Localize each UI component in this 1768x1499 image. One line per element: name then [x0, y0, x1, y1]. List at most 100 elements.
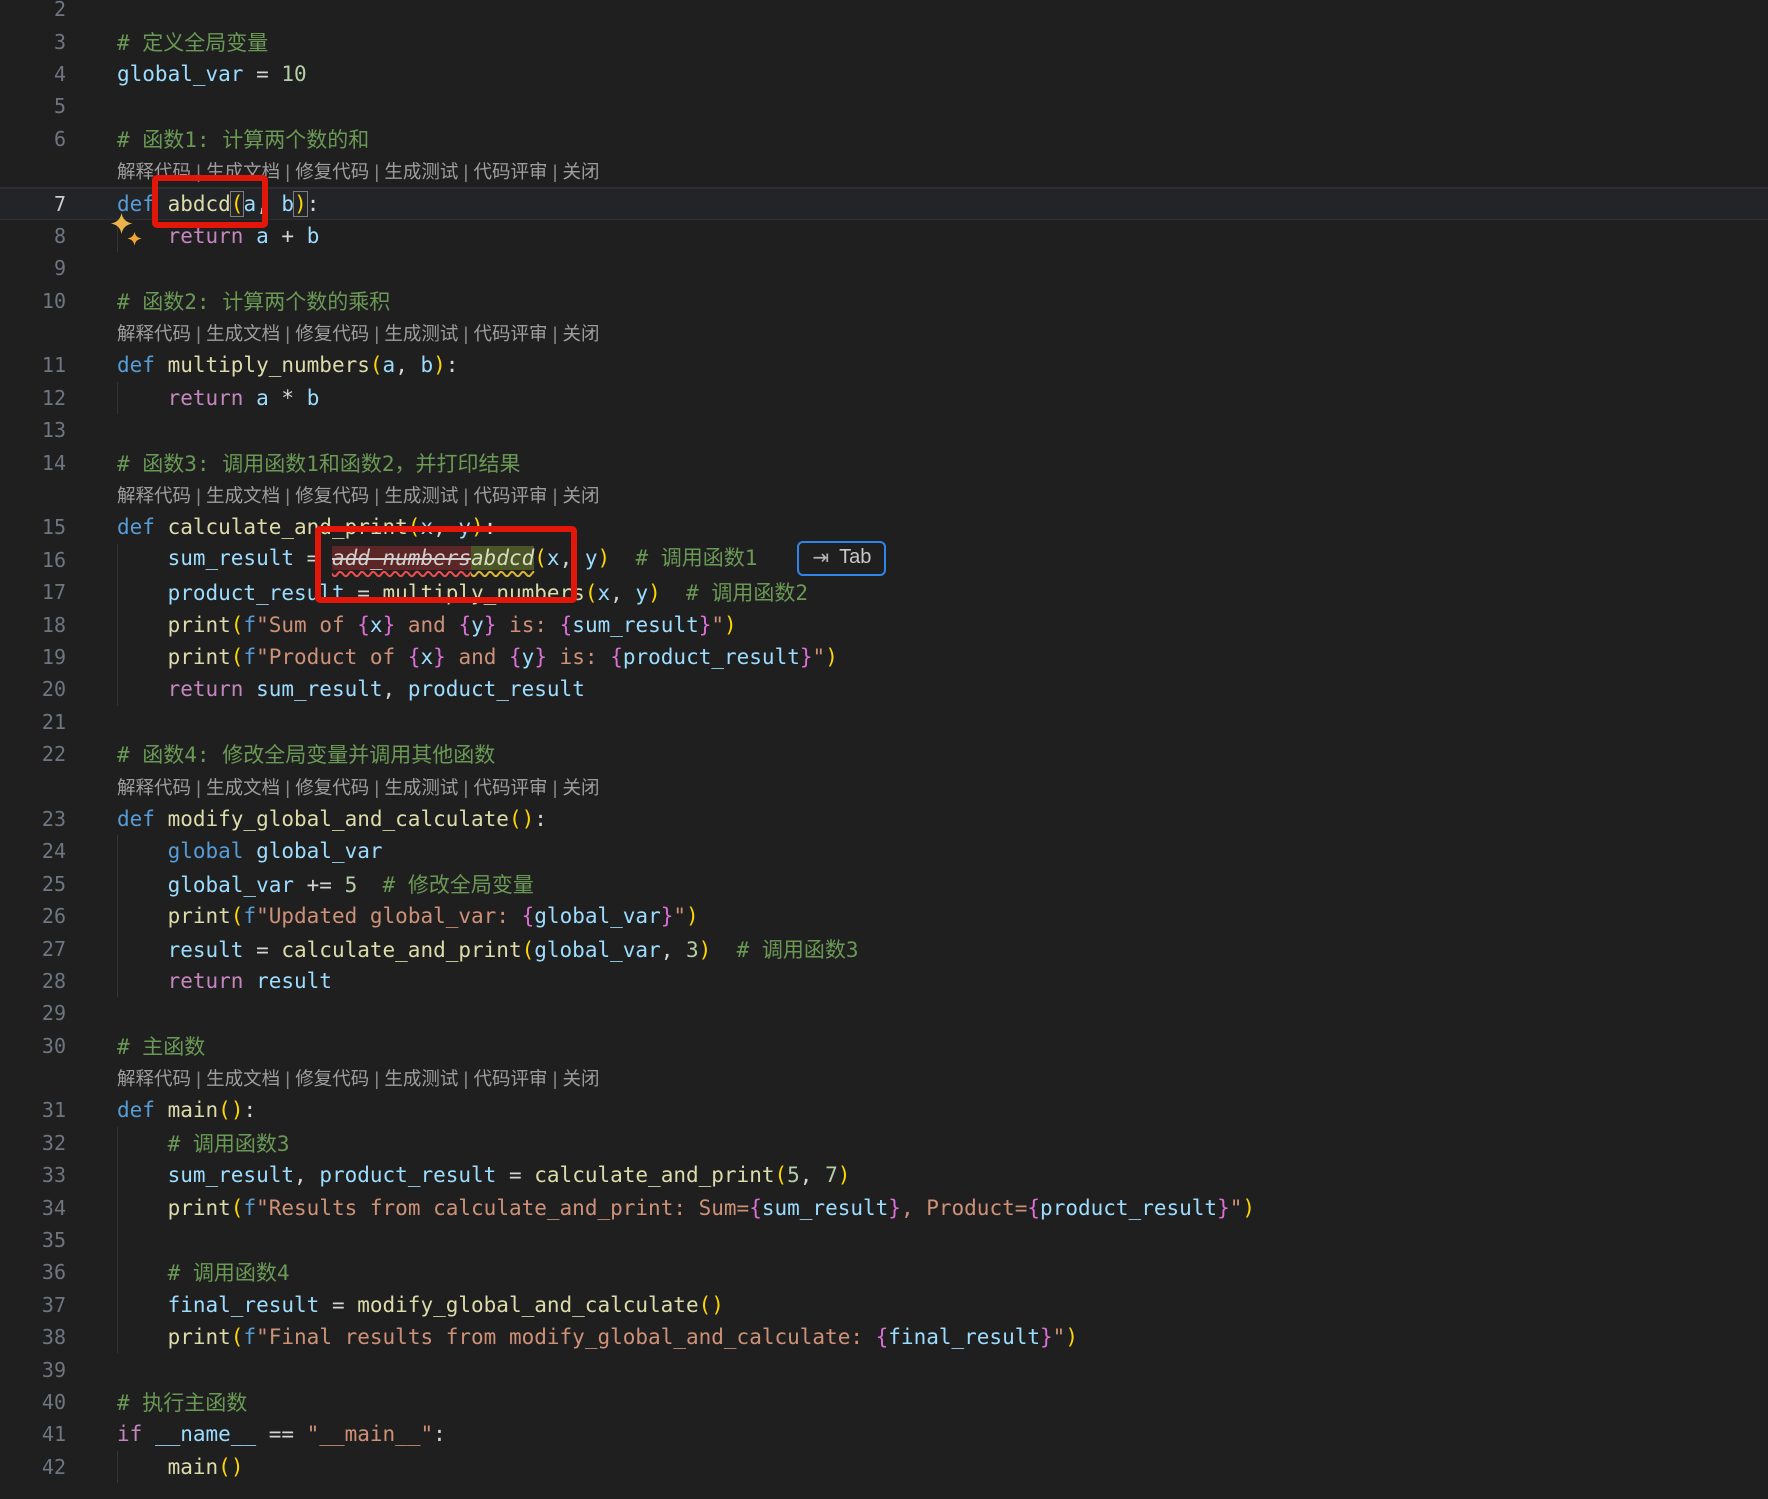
codelens-link[interactable]: 代码评审	[473, 485, 547, 506]
line-number[interactable]: 7	[0, 187, 66, 219]
line-number[interactable]: 25	[0, 868, 66, 900]
line-number[interactable]: 8	[0, 220, 66, 252]
code-text[interactable]: print(f"Product of {x} and {y} is: {prod…	[117, 645, 838, 669]
line-number[interactable]: 26	[0, 900, 66, 932]
code-text[interactable]: main()	[117, 1455, 243, 1479]
line-number[interactable]: 39	[0, 1353, 66, 1385]
code-text[interactable]: result = calculate_and_print(global_var,…	[117, 934, 859, 964]
code-text[interactable]: return sum_result, product_result	[117, 677, 585, 701]
line-number[interactable]: 3	[0, 25, 66, 57]
line-number[interactable]: 36	[0, 1256, 66, 1288]
code-text[interactable]: # 主函数	[117, 1031, 205, 1061]
code-text[interactable]: sum_result, product_result = calculate_a…	[117, 1163, 850, 1187]
line-number[interactable]: 41	[0, 1418, 66, 1450]
line-number[interactable]: 14	[0, 446, 66, 478]
codelens-link[interactable]: 生成测试	[384, 323, 458, 344]
line-number[interactable]: 30	[0, 1030, 66, 1062]
code-text[interactable]: # 定义全局变量	[117, 27, 268, 57]
codelens-link[interactable]: 修复代码	[295, 161, 369, 182]
codelens-link[interactable]: 生成测试	[384, 777, 458, 798]
line-number[interactable]: 2	[0, 0, 66, 25]
line-number[interactable]: 10	[0, 285, 66, 317]
code-text[interactable]: return a + b	[117, 224, 319, 248]
line-number[interactable]: 29	[0, 997, 66, 1029]
codelens-link[interactable]: 生成文档	[206, 161, 280, 182]
code-text[interactable]: # 函数3: 调用函数1和函数2，并打印结果	[117, 448, 521, 478]
code-text[interactable]: def modify_global_and_calculate():	[117, 807, 547, 831]
code-area[interactable]: 23 # 定义全局变量 4 global_var = 10 56 # 函数1: 计算两个数…	[0, 0, 1768, 1483]
code-text[interactable]: sum_result = add_numbersabdcd(x, y) # 调用…	[117, 542, 886, 577]
codelens-link[interactable]: 解释代码	[117, 777, 191, 798]
line-number[interactable]: 42	[0, 1451, 66, 1483]
code-text[interactable]: print(f"Results from calculate_and_print…	[117, 1196, 1255, 1220]
codelens-link[interactable]: 关闭	[563, 485, 600, 506]
codelens-link[interactable]: 解释代码	[117, 323, 191, 344]
code-text[interactable]: # 执行主函数	[117, 1387, 247, 1417]
line-number[interactable]: 23	[0, 803, 66, 835]
tab-accept-button[interactable]: ⇥Tab	[797, 541, 886, 576]
codelens-link[interactable]: 解释代码	[117, 161, 191, 182]
sparkle-icon[interactable]	[110, 212, 145, 249]
code-text[interactable]: # 函数1: 计算两个数的和	[117, 124, 369, 154]
codelens-link[interactable]: 代码评审	[473, 1068, 547, 1089]
line-number[interactable]: 5	[0, 90, 66, 122]
code-text[interactable]: def main():	[117, 1098, 256, 1122]
line-number[interactable]: 11	[0, 349, 66, 381]
codelens-link[interactable]: 修复代码	[295, 485, 369, 506]
code-text[interactable]: product_result = multiply_numbers(x, y) …	[117, 577, 808, 607]
code-text[interactable]: # 调用函数4	[117, 1257, 290, 1287]
codelens-link[interactable]: 解释代码	[117, 485, 191, 506]
code-text[interactable]: print(f"Updated global_var: {global_var}…	[117, 904, 699, 928]
line-number[interactable]: 18	[0, 608, 66, 640]
line-number[interactable]: 17	[0, 576, 66, 608]
codelens-link[interactable]: 关闭	[563, 1068, 600, 1089]
line-number[interactable]: 32	[0, 1127, 66, 1159]
code-text[interactable]: print(f"Sum of {x} and {y} is: {sum_resu…	[117, 613, 737, 637]
code-text[interactable]: if __name__ == "__main__":	[117, 1422, 446, 1446]
line-number[interactable]: 22	[0, 738, 66, 770]
codelens-link[interactable]: 代码评审	[473, 323, 547, 344]
code-text[interactable]: final_result = modify_global_and_calcula…	[117, 1293, 724, 1317]
codelens-link[interactable]: 生成文档	[206, 777, 280, 798]
codelens-link[interactable]: 关闭	[563, 161, 600, 182]
code-text[interactable]: def calculate_and_print(x, y):	[117, 515, 496, 539]
codelens-link[interactable]: 代码评审	[473, 161, 547, 182]
line-number[interactable]: 33	[0, 1159, 66, 1191]
codelens-link[interactable]: 生成文档	[206, 1068, 280, 1089]
codelens-link[interactable]: 生成文档	[206, 323, 280, 344]
codelens-link[interactable]: 修复代码	[295, 323, 369, 344]
codelens-link[interactable]: 生成测试	[384, 161, 458, 182]
codelens-link[interactable]: 代码评审	[473, 777, 547, 798]
line-number[interactable]: 12	[0, 382, 66, 414]
codelens-link[interactable]: 生成文档	[206, 485, 280, 506]
line-number[interactable]: 16	[0, 544, 66, 576]
line-number[interactable]: 20	[0, 673, 66, 705]
line-number[interactable]: 13	[0, 414, 66, 446]
code-text[interactable]: def abdcd(a, b):	[117, 192, 319, 216]
code-text[interactable]: global_var += 5 # 修改全局变量	[117, 869, 534, 899]
codelens-link[interactable]: 修复代码	[295, 1068, 369, 1089]
code-text[interactable]: # 调用函数3	[117, 1128, 290, 1158]
line-number[interactable]: 31	[0, 1094, 66, 1126]
line-number[interactable]: 38	[0, 1321, 66, 1353]
line-number[interactable]: 19	[0, 641, 66, 673]
code-text[interactable]: def multiply_numbers(a, b):	[117, 353, 458, 377]
code-text[interactable]: global global_var	[117, 839, 383, 863]
code-text[interactable]: # 函数4: 修改全局变量并调用其他函数	[117, 739, 495, 769]
line-number[interactable]: 28	[0, 965, 66, 997]
codelens-link[interactable]: 关闭	[563, 323, 600, 344]
line-number[interactable]: 24	[0, 835, 66, 867]
code-text[interactable]: print(f"Final results from modify_global…	[117, 1325, 1078, 1349]
line-number[interactable]: 27	[0, 932, 66, 964]
code-text[interactable]: global_var = 10	[117, 62, 307, 86]
line-number[interactable]: 6	[0, 123, 66, 155]
codelens-link[interactable]: 关闭	[563, 777, 600, 798]
codelens-link[interactable]: 生成测试	[384, 485, 458, 506]
code-text[interactable]: return a * b	[117, 386, 319, 410]
line-number[interactable]: 34	[0, 1191, 66, 1223]
line-number[interactable]: 35	[0, 1224, 66, 1256]
line-number[interactable]: 4	[0, 58, 66, 90]
line-number[interactable]: 9	[0, 252, 66, 284]
code-text[interactable]: return result	[117, 969, 332, 993]
codelens-link[interactable]: 生成测试	[384, 1068, 458, 1089]
